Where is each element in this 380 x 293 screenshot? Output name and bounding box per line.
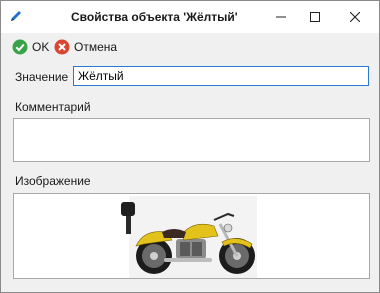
window-title: Свойства объекта 'Жёлтый' <box>71 10 238 24</box>
close-button[interactable] <box>338 1 372 33</box>
toolbar: OK Отмена <box>1 33 379 59</box>
app-pen-icon <box>9 9 23 23</box>
ok-button[interactable]: OK <box>12 38 49 56</box>
dialog-window: Свойства объекта 'Жёлтый' OK Отмена Знач… <box>0 0 380 293</box>
maximize-button[interactable] <box>298 1 332 33</box>
cancel-button[interactable]: Отмена <box>54 38 117 56</box>
image-field[interactable] <box>13 193 370 279</box>
motorcycle-image <box>121 196 257 278</box>
comment-label: Комментарий <box>15 100 91 114</box>
cancel-label: Отмена <box>74 40 118 54</box>
value-label: Значение <box>15 70 69 84</box>
comment-field[interactable] <box>13 118 370 162</box>
value-input[interactable] <box>73 66 369 86</box>
ok-label: OK <box>32 40 50 54</box>
maximize-icon <box>310 12 320 22</box>
image-label: Изображение <box>15 174 91 188</box>
minimize-icon <box>276 16 286 18</box>
close-icon <box>350 12 360 22</box>
cancel-x-icon <box>54 39 70 55</box>
checkmark-icon <box>12 39 28 55</box>
title-bar: Свойства объекта 'Жёлтый' <box>1 1 379 33</box>
minimize-button[interactable] <box>264 1 298 33</box>
